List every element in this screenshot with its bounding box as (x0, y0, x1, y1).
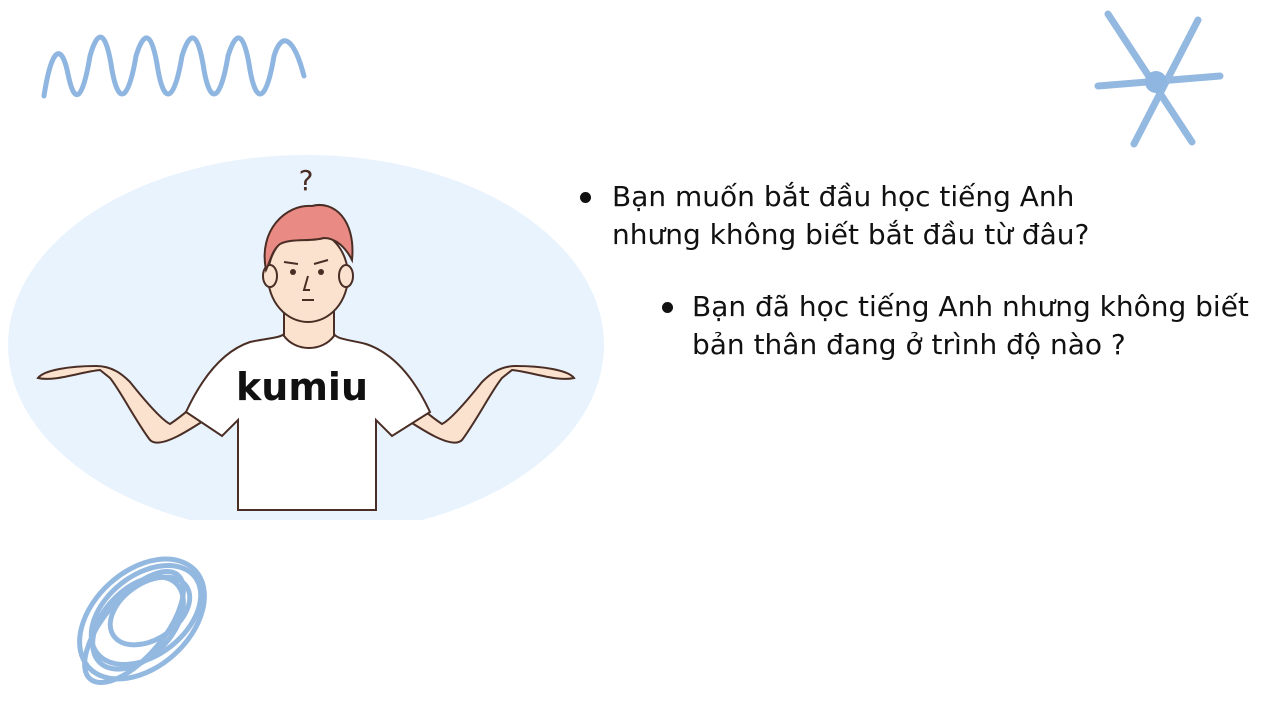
list-item: Bạn muốn bắt đầu học tiếng Anh nhưng khô… (580, 178, 1172, 254)
bullet-dot-icon (662, 302, 673, 313)
question-list: Bạn muốn bắt đầu học tiếng Anh nhưng khô… (580, 178, 1268, 364)
list-item: Bạn đã học tiếng Anh nhưng không biết bả… (580, 288, 1262, 364)
list-item-text: Bạn đã học tiếng Anh nhưng không biết bả… (692, 290, 1249, 361)
list-item-text: Bạn muốn bắt đầu học tiếng Anh nhưng khô… (612, 180, 1090, 251)
left-eye (290, 269, 296, 275)
right-ear (338, 264, 354, 288)
bullet-dot-icon (580, 192, 591, 203)
shirt-logo-text: kumiu (236, 365, 368, 409)
question-mark: ? (299, 164, 314, 197)
shrugging-man-illustration: ? kumiu (8, 155, 604, 520)
zigzag-doodle (41, 34, 307, 99)
right-eye (318, 269, 324, 275)
scribble-doodle (77, 556, 207, 686)
asterisk-doodle (1094, 10, 1224, 148)
